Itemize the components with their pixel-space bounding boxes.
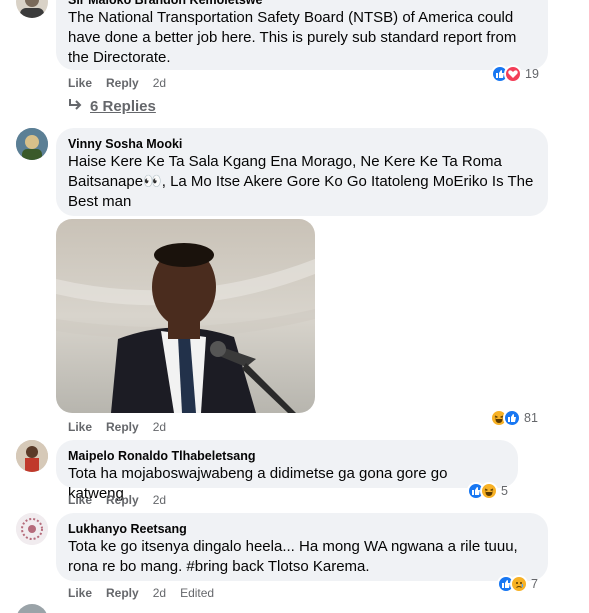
avatar[interactable]	[16, 440, 48, 472]
avatar[interactable]	[16, 0, 48, 18]
comment-actions: Like Reply 2d Edited	[68, 586, 214, 600]
reply-button[interactable]: Reply	[106, 586, 139, 600]
comment-text-line: Baitsanape👀, La Mo Itse Akere Gore Ko Go…	[68, 173, 534, 190]
reply-button[interactable]: Reply	[106, 420, 139, 434]
like-button[interactable]: Like	[68, 586, 92, 600]
reaction-count: 81	[524, 411, 538, 425]
comment-actions: Like Reply 2d	[68, 493, 166, 507]
comment-text-line: rona re bo mang. #bring back Tlotso Kare…	[68, 558, 370, 575]
comment-author[interactable]: Sir Maloko Brandon Kemoietswe	[68, 0, 536, 8]
comment-text-line: Haise Kere Ke Ta Sala Kgang Ena Morago, …	[68, 153, 502, 170]
reply-button[interactable]: Reply	[106, 493, 139, 507]
reply-arrow-icon	[68, 98, 82, 115]
comment-author[interactable]: Lukhanyo Reetsang	[68, 521, 536, 537]
comment-author[interactable]: Maipelo Ronaldo Tlhabeletsang	[68, 448, 506, 464]
reaction-summary[interactable]: 19	[491, 65, 539, 83]
comment-bubble: Sir Maloko Brandon Kemoietswe The Nation…	[56, 0, 548, 70]
reaction-count: 7	[531, 577, 538, 591]
avatar[interactable]	[16, 604, 48, 613]
comment-author[interactable]: Vinny Sosha Mooki	[68, 136, 536, 152]
view-replies-link[interactable]: 6 Replies	[68, 98, 156, 115]
comment-timestamp[interactable]: 2d	[153, 493, 166, 507]
comment-timestamp[interactable]: 2d	[153, 76, 166, 90]
reaction-count: 19	[525, 67, 539, 81]
replies-count-label: 6 Replies	[90, 98, 156, 115]
reaction-summary[interactable]: 81	[490, 409, 538, 427]
sad-reaction-icon	[510, 575, 528, 593]
love-reaction-icon	[504, 65, 522, 83]
comment-actions: Like Reply 2d	[68, 420, 166, 434]
comment-photo[interactable]	[56, 219, 315, 413]
like-button[interactable]: Like	[68, 493, 92, 507]
like-button[interactable]: Like	[68, 420, 92, 434]
comment-text: The National Transportation Safety Board…	[68, 9, 517, 66]
comment-timestamp[interactable]: 2d	[153, 586, 166, 600]
edited-label[interactable]: Edited	[180, 586, 214, 600]
reply-button[interactable]: Reply	[106, 76, 139, 90]
comment-bubble: Lukhanyo Reetsang Tota ke go itsenya din…	[56, 513, 548, 581]
comment-text-line: Best man	[68, 193, 132, 210]
comment-bubble: Maipelo Ronaldo Tlhabeletsang Tota ha mo…	[56, 440, 518, 502]
comment-timestamp[interactable]: 2d	[153, 420, 166, 434]
comment-bubble: Vinny Sosha Mooki Haise Kere Ke Ta Sala …	[56, 128, 548, 216]
haha-reaction-icon	[480, 482, 498, 500]
comment-text-line: Tota ke go itsenya dingalo heela... Ha m…	[68, 538, 518, 555]
reaction-summary[interactable]: 5	[467, 482, 508, 500]
avatar[interactable]	[16, 513, 48, 545]
avatar[interactable]	[16, 128, 48, 160]
like-button[interactable]: Like	[68, 76, 92, 90]
reaction-summary[interactable]: 7	[497, 575, 538, 593]
reaction-count: 5	[501, 484, 508, 498]
like-reaction-icon	[503, 409, 521, 427]
comment-actions: Like Reply 2d	[68, 76, 166, 90]
